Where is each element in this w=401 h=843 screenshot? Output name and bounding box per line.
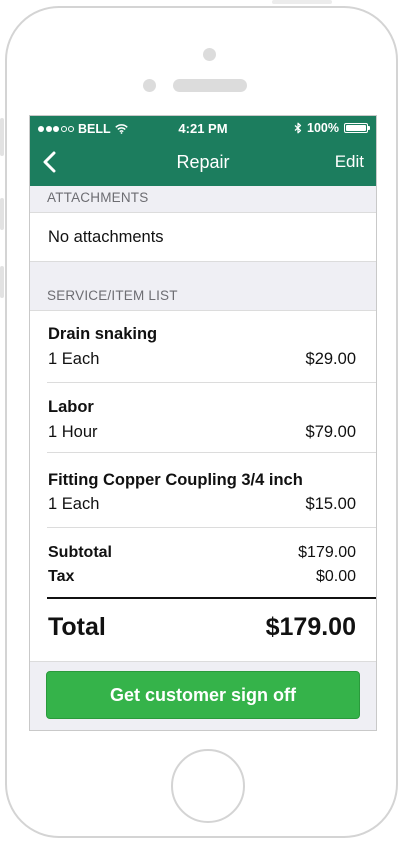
- divider: [47, 527, 376, 528]
- bluetooth-icon: [294, 122, 302, 134]
- item-price: $29.00: [305, 350, 356, 368]
- item-price: $79.00: [305, 423, 356, 441]
- earpiece-speaker: [173, 79, 247, 92]
- tax-value: $0.00: [315, 568, 356, 585]
- power-button: [272, 0, 332, 4]
- app-header: BELL 4:21 PM 100% Repair Edit: [30, 116, 376, 186]
- proximity-sensor: [143, 79, 156, 92]
- divider: [47, 382, 376, 383]
- front-camera: [203, 48, 216, 61]
- attachments-header: ATTACHMENTS: [47, 190, 149, 205]
- total-value: $179.00: [265, 613, 356, 641]
- service-list-header: SERVICE/ITEM LIST: [47, 288, 178, 303]
- service-list-section: Drain snaking 1 Each $29.00 Labor 1 Hour…: [30, 310, 376, 662]
- navigation-bar: Repair Edit: [30, 142, 376, 182]
- battery-icon: [344, 123, 370, 133]
- item-quantity: 1 Hour: [48, 423, 98, 441]
- status-right: 100%: [294, 121, 370, 135]
- volume-up-button: [0, 198, 4, 230]
- item-name: Drain snaking: [48, 325, 158, 343]
- item-quantity: 1 Each: [48, 350, 100, 368]
- app-screen: BELL 4:21 PM 100% Repair Edit ATTACHMENT…: [29, 115, 377, 731]
- mute-switch: [0, 118, 4, 156]
- page-title: Repair: [176, 152, 230, 172]
- attachments-section: No attachments: [30, 212, 376, 262]
- page: BELL 4:21 PM 100% Repair Edit ATTACHMENT…: [0, 0, 401, 843]
- home-button[interactable]: [171, 749, 245, 823]
- subtotal-value: $179.00: [298, 544, 356, 561]
- battery-percent: 100%: [307, 121, 339, 135]
- edit-button[interactable]: Edit: [335, 152, 364, 172]
- divider: [47, 452, 376, 453]
- item-name: Labor: [48, 398, 94, 416]
- total-divider: [47, 597, 376, 599]
- volume-down-button: [0, 266, 4, 298]
- total-label: Total: [48, 613, 106, 641]
- subtotal-label: Subtotal: [48, 544, 112, 561]
- item-price: $15.00: [305, 495, 356, 513]
- item-name: Fitting Copper Coupling 3/4 inch: [48, 471, 303, 489]
- tax-label: Tax: [48, 568, 75, 585]
- no-attachments-text: No attachments: [48, 228, 164, 246]
- item-quantity: 1 Each: [48, 495, 100, 513]
- status-bar: BELL 4:21 PM 100%: [30, 116, 376, 140]
- get-customer-sign-off-button[interactable]: Get customer sign off: [46, 671, 360, 719]
